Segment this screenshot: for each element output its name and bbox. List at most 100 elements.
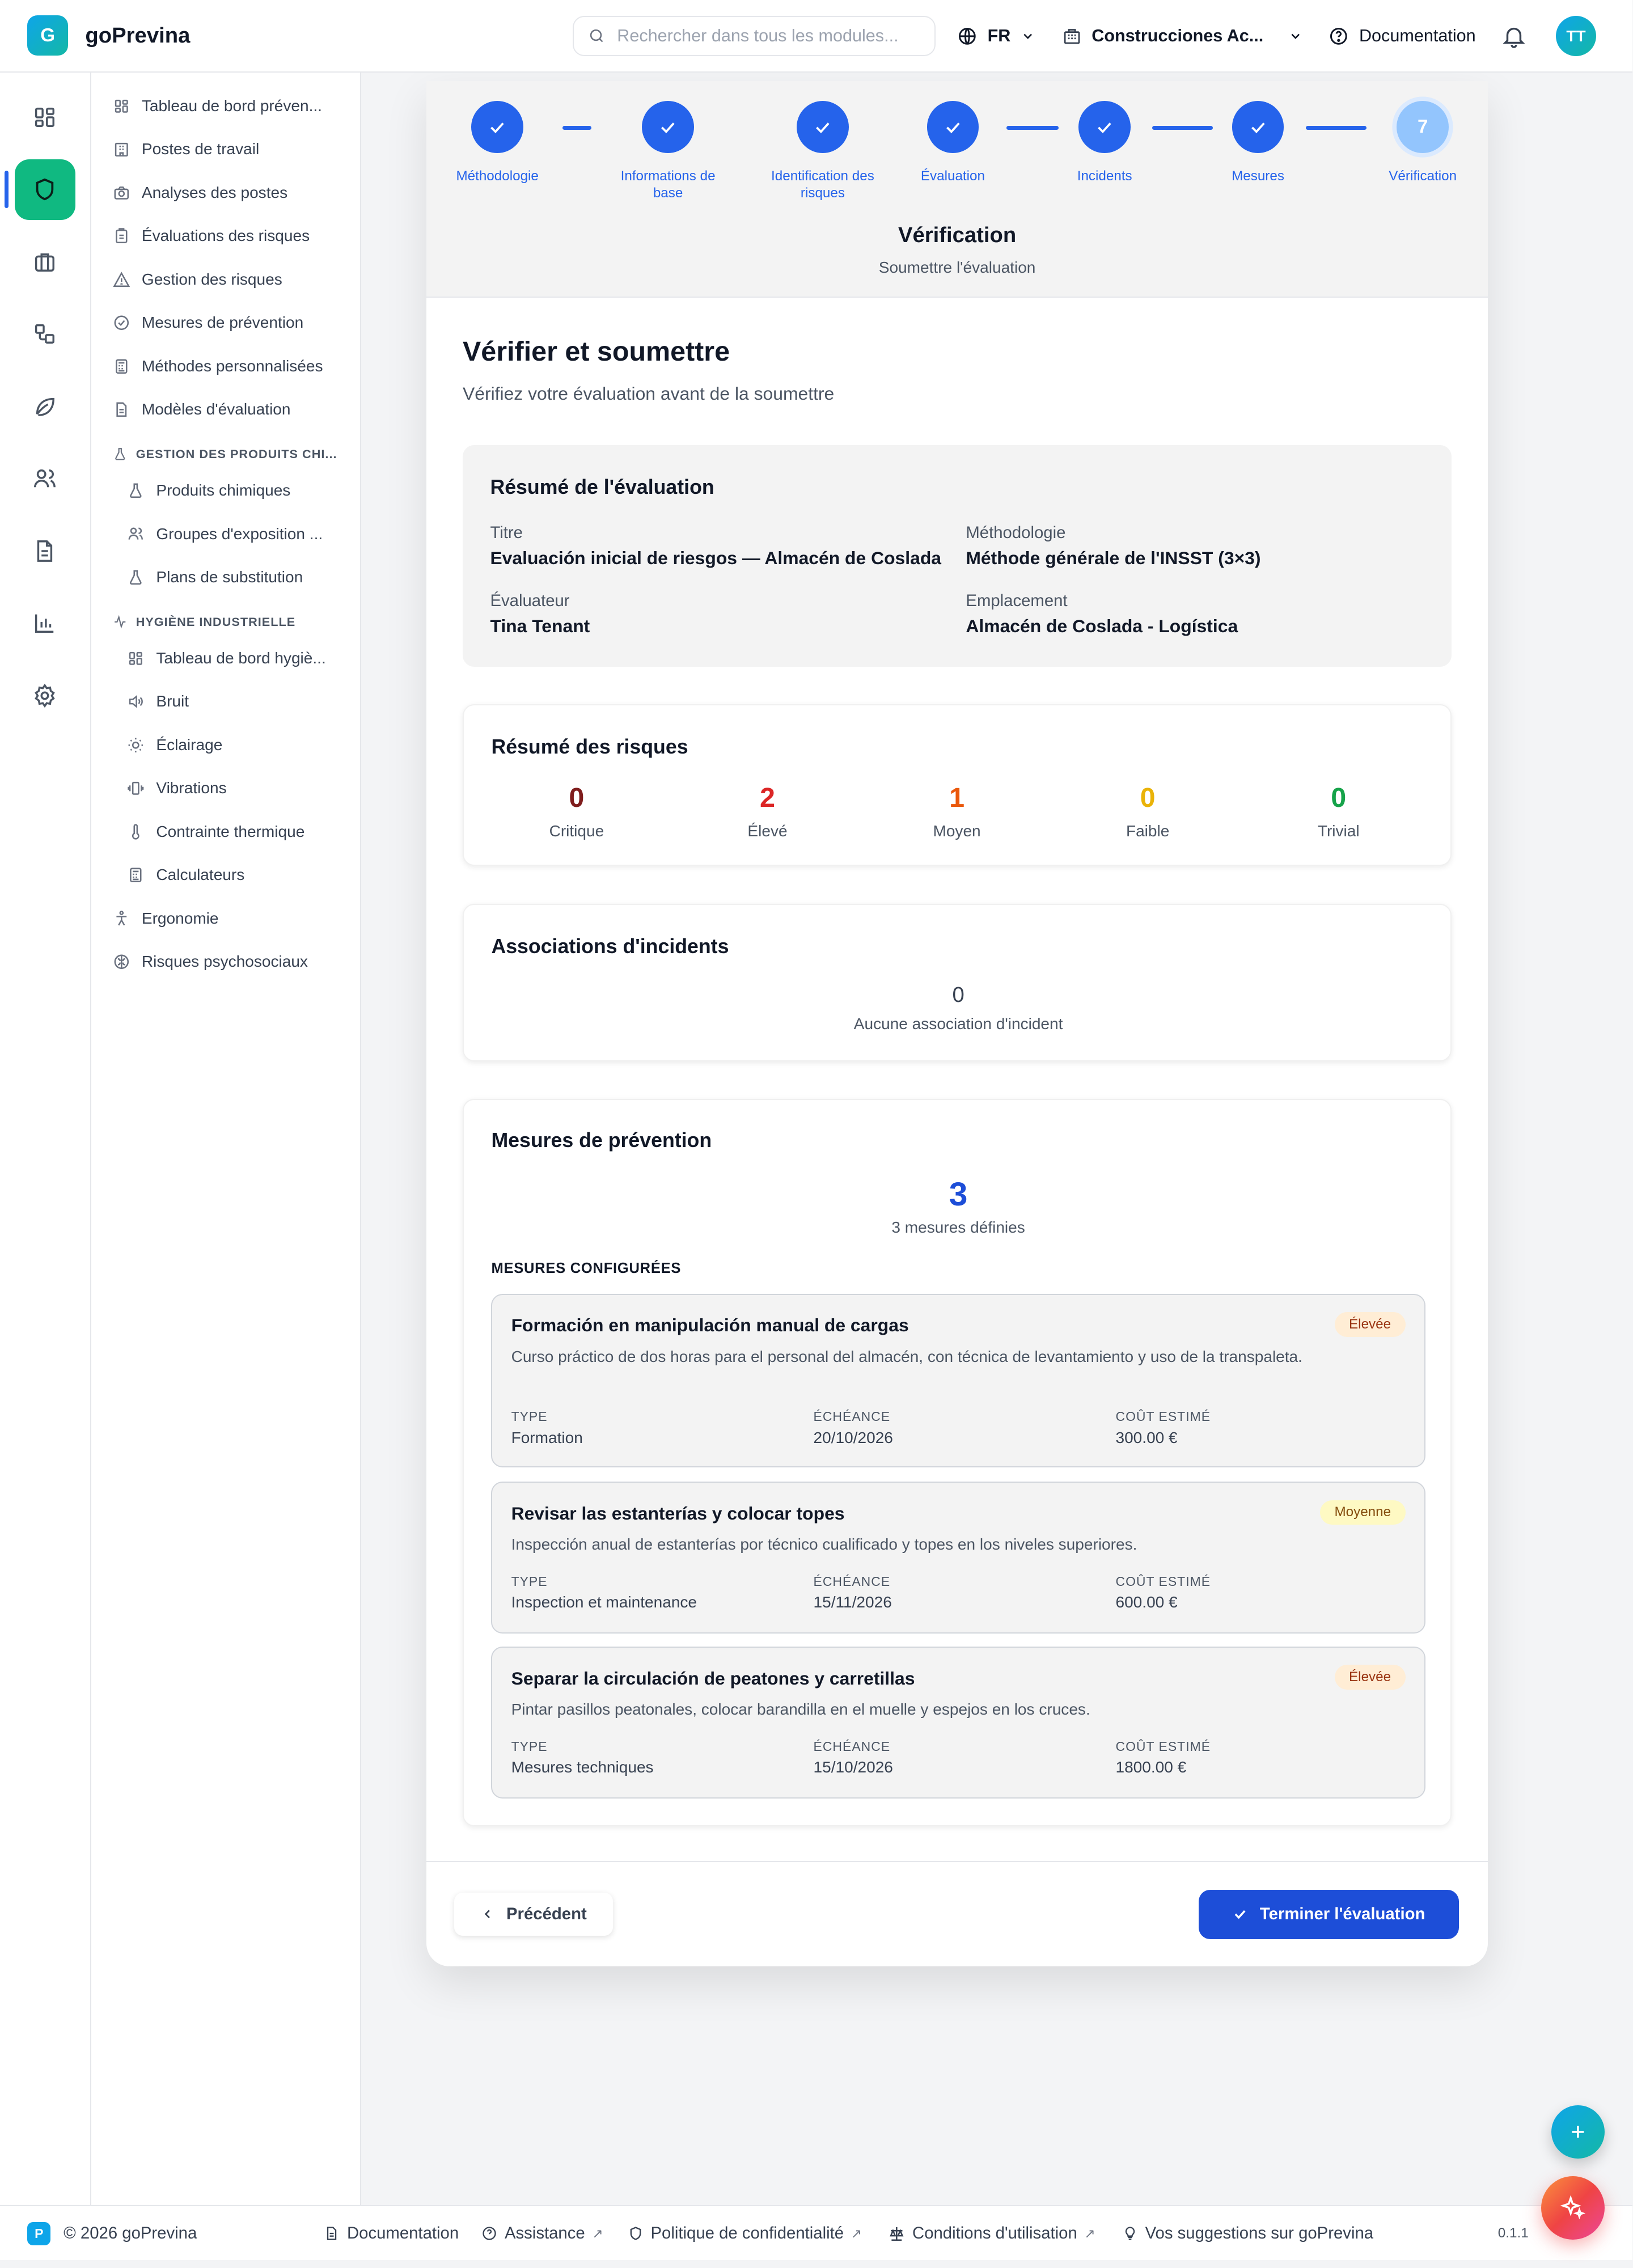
dashboard-icon [129,651,143,665]
submenu-item-calculators[interactable]: Calculateurs [127,866,358,884]
submenu-item-substitution-plans[interactable]: Plans de substitution [127,568,358,586]
finish-assessment-button[interactable]: Terminer l'évaluation [1198,1889,1459,1939]
scale-icon [888,2225,906,2242]
measure-due: 15/11/2026 [813,1593,892,1611]
document-icon [324,2225,340,2241]
settings-icon[interactable] [15,665,75,726]
document-icon[interactable] [15,521,75,581]
language-selector[interactable]: FR [957,0,1035,73]
help-circle-icon [481,2225,497,2241]
section-industrial-hygiene: HYGIÈNE INDUSTRIELLE [113,615,344,629]
submenu-item-vibrations[interactable]: Vibrations [127,779,358,797]
submenu-item-risk-management[interactable]: Gestion des risques [113,270,344,289]
submenu-item-ergonomics[interactable]: Ergonomie [113,909,344,928]
documentation-link[interactable]: Documentation [1329,0,1476,73]
submenu-label: Produits chimiques [156,481,291,500]
step-risk-identification[interactable]: Identification des risques [758,101,888,202]
workflow-icon[interactable] [15,304,75,365]
company-selector[interactable]: Construcciones Ac... [1063,0,1302,73]
submenu-label: Contrainte thermique [156,822,305,840]
icon-rail [0,72,91,2205]
previous-label: Précédent [506,1905,587,1924]
users-icon[interactable] [15,448,75,509]
step-measures[interactable]: Mesures [1193,101,1323,185]
footer-privacy-link[interactable]: Politique de confidentialité ↗ [628,2206,862,2261]
priority-badge: Moyenne [1319,1500,1406,1525]
user-avatar[interactable]: TT [1555,16,1597,57]
submenu-item-prevention-measures[interactable]: Mesures de prévention [113,314,344,332]
submenu-label: Modèles d'évaluation [141,400,291,418]
add-button[interactable] [1551,2105,1605,2159]
measures-count: 3 [949,1175,968,1213]
submenu-item-psychosocial[interactable]: Risques psychosociaux [113,953,344,971]
submenu-label: Gestion des risques [141,270,282,288]
footer-feedback-link[interactable]: Vos suggestions sur goPrevina [1122,2206,1373,2261]
risk-label: Critique [549,822,604,840]
submenu-label: Risques psychosociaux [141,953,308,971]
configured-measures-label: MESURES CONFIGURÉES [491,1260,682,1277]
external-link-icon: ↗ [592,2225,603,2241]
notifications-button[interactable] [1501,0,1527,73]
step-incidents[interactable]: Incidents [1039,101,1170,185]
bar-chart-icon[interactable] [15,593,75,654]
submenu-item-exposure-groups[interactable]: Groupes d'exposition ... [127,525,358,543]
risk-count: 0 [569,782,585,813]
page-title: Vérifier et soumettre [463,336,730,367]
submenu-item-job-analyses[interactable]: Analyses des postes [113,184,344,202]
footer-documentation-label: Documentation [346,2224,459,2243]
risk-label: Moyen [933,822,981,840]
person-icon [116,910,127,926]
submenu-item-chemicals[interactable]: Produits chimiques [127,481,358,500]
shield-icon [628,2225,644,2241]
assessment-wizard-card: Méthodologie Informations de base Identif… [426,81,1488,1966]
step-label: Méthodologie [456,168,539,184]
submenu-item-hygiene-dashboard[interactable]: Tableau de bord hygiè... [127,649,358,667]
risk-label: Faible [1126,822,1170,840]
risk-low: 0 Faible [1076,782,1220,840]
plus-icon [1572,2126,1584,2138]
ai-assistant-button[interactable] [1541,2176,1605,2240]
submenu-label: Éclairage [156,735,223,754]
previous-button[interactable]: Précédent [454,1892,614,1936]
submenu-item-lighting[interactable]: Éclairage [127,736,358,754]
briefcase-icon[interactable] [15,231,75,292]
submenu-item-custom-methods[interactable]: Méthodes personnalisées [113,357,344,375]
search-input[interactable] [617,26,921,46]
current-step-subtitle: Soumettre l'évaluation [878,259,1036,277]
section-label: HYGIÈNE INDUSTRIELLE [136,614,296,629]
clipboard-icon [115,228,128,244]
risk-label: Élevé [747,822,788,840]
submenu-label: Calculateurs [156,866,245,884]
global-search[interactable] [572,16,936,57]
finish-label: Terminer l'évaluation [1259,1905,1425,1924]
brand[interactable]: G goPrevina [0,15,362,56]
submenu-item-thermal-stress[interactable]: Contrainte thermique [127,823,358,841]
measure-card[interactable]: Separar la circulación de peatones y car… [491,1646,1425,1799]
activity-icon [115,615,126,629]
footer-assistance-link[interactable]: Assistance ↗ [481,2206,603,2261]
measure-type: Formation [511,1428,583,1446]
chevron-left-icon [480,1907,495,1922]
submenu-item-dashboard[interactable]: Tableau de bord préven... [113,97,344,115]
step-number: 7 [1397,101,1449,154]
flask-icon [130,570,142,585]
submenu-item-noise[interactable]: Bruit [127,692,358,710]
measure-card[interactable]: Formación en manipulación manual de carg… [491,1293,1425,1467]
step-evaluation[interactable]: Évaluation [888,101,1018,185]
step-methodology[interactable]: Méthodologie [432,101,562,185]
submenu-item-workstations[interactable]: Postes de travail [113,140,344,158]
calculator-icon [130,868,142,883]
footer-terms-link[interactable]: Conditions d'utilisation ↗ [888,2206,1095,2261]
step-verification[interactable]: 7 Vérification [1357,101,1488,185]
dashboard-icon[interactable] [15,87,75,147]
measure-card[interactable]: Revisar las estanterías y colocar topes … [491,1482,1425,1634]
submenu-item-templates[interactable]: Modèles d'évaluation [113,400,344,418]
due-label: ÉCHÉANCE [813,1738,891,1754]
leaf-icon[interactable] [15,376,75,437]
footer-terms-label: Conditions d'utilisation [912,2224,1077,2243]
step-basic-info[interactable]: Informations de base [603,101,733,202]
titre-value: Evaluación inicial de riesgos — Almacén … [490,548,942,569]
submenu-item-risk-assessments[interactable]: Évaluations des risques [113,227,344,245]
shield-icon[interactable] [14,159,75,220]
footer-documentation-link[interactable]: Documentation [324,2206,459,2261]
